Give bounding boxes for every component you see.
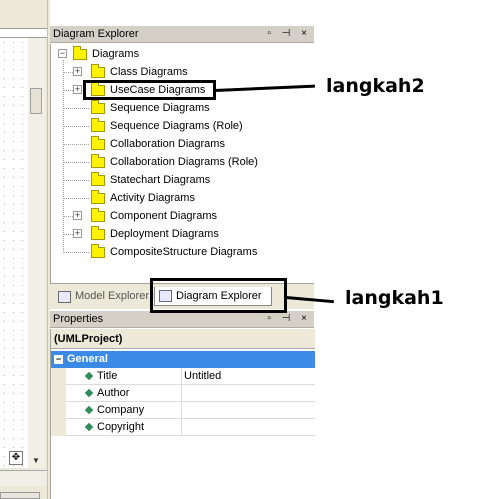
- property-row[interactable]: Author: [51, 385, 315, 402]
- expand-icon[interactable]: +: [73, 211, 82, 220]
- property-value-field[interactable]: [181, 402, 315, 419]
- tree-item-label: Class Diagrams: [110, 66, 188, 78]
- expand-icon[interactable]: +: [73, 67, 82, 76]
- tree-line: [63, 198, 89, 199]
- folder-icon: [91, 189, 105, 204]
- tree-line: [63, 144, 89, 145]
- tree-item[interactable]: Collaboration Diagrams (Role): [91, 153, 258, 171]
- property-value-field[interactable]: Untitled: [181, 368, 315, 385]
- folder-icon: [73, 45, 87, 60]
- tree-line: [63, 126, 89, 127]
- folder-icon: [91, 207, 105, 222]
- diagram-editor-area[interactable]: ▼ ✥: [0, 0, 47, 499]
- scroll-down-arrow-icon[interactable]: ▼: [32, 456, 40, 465]
- property-value-field[interactable]: [181, 385, 315, 402]
- tree-item-diagrams[interactable]: Diagrams: [73, 45, 139, 63]
- property-row[interactable]: Copyright: [51, 419, 315, 436]
- properties-titlebar: Properties ▫ ⊣ ×: [50, 311, 314, 328]
- property-row[interactable]: Title Untitled: [51, 368, 315, 385]
- property-diamond-icon: [84, 422, 94, 432]
- properties-grid[interactable]: (UMLProject) − General Title Untitled Auth…: [50, 329, 315, 499]
- horizontal-scrollbar-area: [0, 470, 47, 486]
- tree-line: [63, 162, 89, 163]
- folder-icon: [91, 243, 105, 258]
- tree-line: [63, 108, 89, 109]
- tree-item-label: Sequence Diagrams (Role): [110, 120, 243, 132]
- row-gutter: [51, 402, 66, 419]
- tree-item[interactable]: Sequence Diagrams (Role): [91, 117, 243, 135]
- row-gutter: [51, 385, 66, 402]
- annotation-box-tab: [150, 278, 287, 313]
- expand-icon[interactable]: +: [73, 85, 82, 94]
- model-explorer-icon: [58, 290, 71, 303]
- property-diamond-icon: [84, 371, 94, 381]
- folder-icon: [91, 99, 105, 114]
- folder-icon: [91, 63, 105, 78]
- folder-icon: [91, 153, 105, 168]
- property-category-general[interactable]: − General: [51, 351, 315, 368]
- annotation-label-step1: langkah1: [345, 287, 444, 309]
- tree-item-label: CompositeStructure Diagrams: [110, 246, 258, 258]
- folder-icon: [91, 171, 105, 186]
- tree-item-label: Deployment Diagrams: [110, 228, 219, 240]
- diagram-explorer-title: Diagram Explorer: [53, 28, 139, 40]
- property-value-field[interactable]: [181, 419, 315, 436]
- property-row[interactable]: Company: [51, 402, 315, 419]
- tree-line: [63, 180, 89, 181]
- expand-icon[interactable]: +: [73, 229, 82, 238]
- row-gutter: [51, 368, 66, 385]
- tree-item[interactable]: Sequence Diagrams: [91, 99, 210, 117]
- property-name: Company: [97, 404, 145, 416]
- tree-item[interactable]: Component Diagrams: [91, 207, 217, 225]
- tree-item[interactable]: Statechart Diagrams: [91, 171, 210, 189]
- properties-title: Properties: [53, 313, 104, 325]
- tree-item[interactable]: Collaboration Diagrams: [91, 135, 225, 153]
- vertical-scrollbar[interactable]: ▼: [28, 38, 45, 468]
- tree-line: [63, 60, 64, 253]
- tree-item-label: Component Diagrams: [110, 210, 217, 222]
- editor-ruler: [0, 28, 47, 38]
- tree-item-label: Diagrams: [92, 48, 140, 60]
- tab-model-explorer[interactable]: Model Explorer: [54, 287, 149, 306]
- panel-window-buttons[interactable]: ▫ ⊣ ×: [267, 26, 311, 42]
- tree-item-label: Collaboration Diagrams (Role): [110, 156, 258, 168]
- tree-item-label: Statechart Diagrams: [110, 174, 211, 186]
- annotation-label-step2: langkah2: [326, 75, 425, 97]
- tree-line: [63, 252, 89, 253]
- tree-item[interactable]: Deployment Diagrams: [91, 225, 219, 243]
- tree-item-label: Sequence Diagrams: [110, 102, 210, 114]
- collapse-icon[interactable]: −: [54, 355, 63, 364]
- property-name: Copyright: [97, 421, 145, 433]
- move-cross-icon[interactable]: ✥: [9, 451, 23, 465]
- panel-window-buttons[interactable]: ▫ ⊣ ×: [267, 311, 311, 327]
- folder-icon: [91, 117, 105, 132]
- property-name: Author: [97, 387, 130, 399]
- row-gutter: [51, 419, 66, 436]
- scrollbar-thumb[interactable]: [30, 88, 42, 114]
- tree-item[interactable]: Activity Diagrams: [91, 189, 195, 207]
- tab-label: Model Explorer: [75, 290, 149, 302]
- folder-icon: [91, 135, 105, 150]
- horizontal-scrollbar[interactable]: [0, 492, 40, 499]
- tree-item-label: Activity Diagrams: [110, 192, 195, 204]
- annotation-box-usecase: [83, 80, 216, 100]
- tree-item[interactable]: CompositeStructure Diagrams: [91, 243, 257, 261]
- property-diamond-icon: [84, 388, 94, 398]
- tree-item-label: Collaboration Diagrams: [110, 138, 225, 150]
- category-label: General: [67, 353, 108, 365]
- diagram-explorer-titlebar: Diagram Explorer ▫ ⊣ ×: [50, 26, 314, 43]
- folder-icon: [91, 225, 105, 240]
- property-name: Title: [97, 370, 118, 382]
- tree-item[interactable]: Class Diagrams: [91, 63, 188, 81]
- collapse-icon[interactable]: −: [58, 49, 67, 58]
- diagram-canvas[interactable]: [0, 38, 28, 468]
- property-diamond-icon: [84, 405, 94, 415]
- selected-object-name: (UMLProject): [51, 329, 315, 349]
